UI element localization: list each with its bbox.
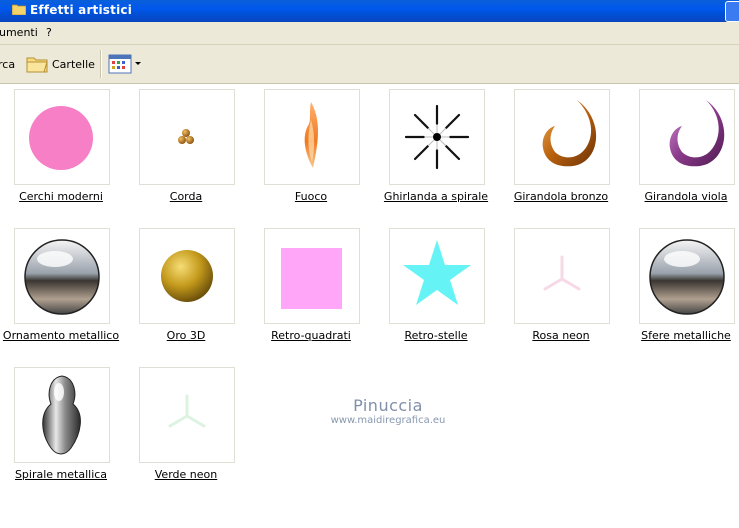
file-label: Ghirlanda a spirale [383,190,489,203]
file-item[interactable]: Girandola bronzo [502,89,620,219]
file-label: Sfere metalliche [641,329,731,342]
file-item[interactable]: Retro-quadrati [252,228,370,358]
file-label: Oro 3D [166,329,206,342]
file-thumbnail [264,89,360,185]
folders-button-label: Cartelle [52,57,95,71]
file-item[interactable]: Spirale metallica [2,367,120,497]
watermark-url: www.maidiregrafica.eu [330,415,446,426]
file-item[interactable]: Oro 3D [127,228,245,358]
file-thumbnail [139,367,235,463]
file-item[interactable]: Cerchi moderni [2,89,120,219]
watermark-name: Pinuccia [353,396,423,415]
toolbar: rca Cartelle [0,45,739,84]
file-thumbnail [14,228,110,324]
search-button-label: rca [0,57,16,71]
file-item[interactable]: Retro-stelle [377,228,495,358]
folder-icon [12,4,26,15]
toolbar-separator [100,50,102,78]
search-button[interactable]: rca [0,45,15,83]
file-label: Rosa neon [532,329,590,342]
menu-item-help[interactable]: ? [46,26,52,39]
file-label: Retro-stelle [404,329,468,342]
file-item[interactable]: Corda [127,89,245,219]
file-item[interactable]: Ornamento metallico [2,228,120,358]
file-thumbnail [139,228,235,324]
folder-icon [26,57,48,73]
file-label: Spirale metallica [14,468,108,481]
file-label: Corda [169,190,203,203]
file-thumbnail [514,228,610,324]
file-item[interactable]: Rosa neon [502,228,620,358]
folders-button[interactable]: Cartelle [26,45,95,83]
views-icon [108,54,132,74]
file-label: Fuoco [294,190,328,203]
file-thumbnail [639,89,735,185]
file-item[interactable]: Fuoco [252,89,370,219]
file-thumbnail [264,228,360,324]
title-bar: Effetti artistici [0,0,739,22]
file-item[interactable]: Verde neon [127,367,245,497]
menu-item-strumenti[interactable]: umenti [0,26,38,39]
window-control-button[interactable] [725,1,739,22]
file-thumbnail [139,89,235,185]
file-item[interactable]: Ghirlanda a spirale [377,89,495,219]
window-title: Effetti artistici [30,3,133,17]
file-thumbnail [639,228,735,324]
file-thumbnail [514,89,610,185]
file-label: Cerchi moderni [19,190,103,203]
file-thumbnail [389,89,485,185]
chevron-down-icon [135,62,141,65]
menu-bar: umenti ? [0,22,739,45]
file-label: Retro-quadrati [271,329,351,342]
file-thumbnail [14,367,110,463]
file-label: Girandola viola [644,190,728,203]
file-list: Cerchi moderni Corda Fuoco Ghirlanda a s… [0,84,739,528]
file-label: Girandola bronzo [513,190,609,203]
file-label: Ornamento metallico [2,329,120,342]
file-thumbnail [389,228,485,324]
watermark: Pinuccia www.maidiregrafica.eu [318,396,458,426]
file-thumbnail [14,89,110,185]
views-button[interactable] [108,45,142,83]
file-label: Verde neon [154,468,218,481]
file-item[interactable]: Girandola viola [627,89,739,219]
file-item[interactable]: Sfere metalliche [627,228,739,358]
